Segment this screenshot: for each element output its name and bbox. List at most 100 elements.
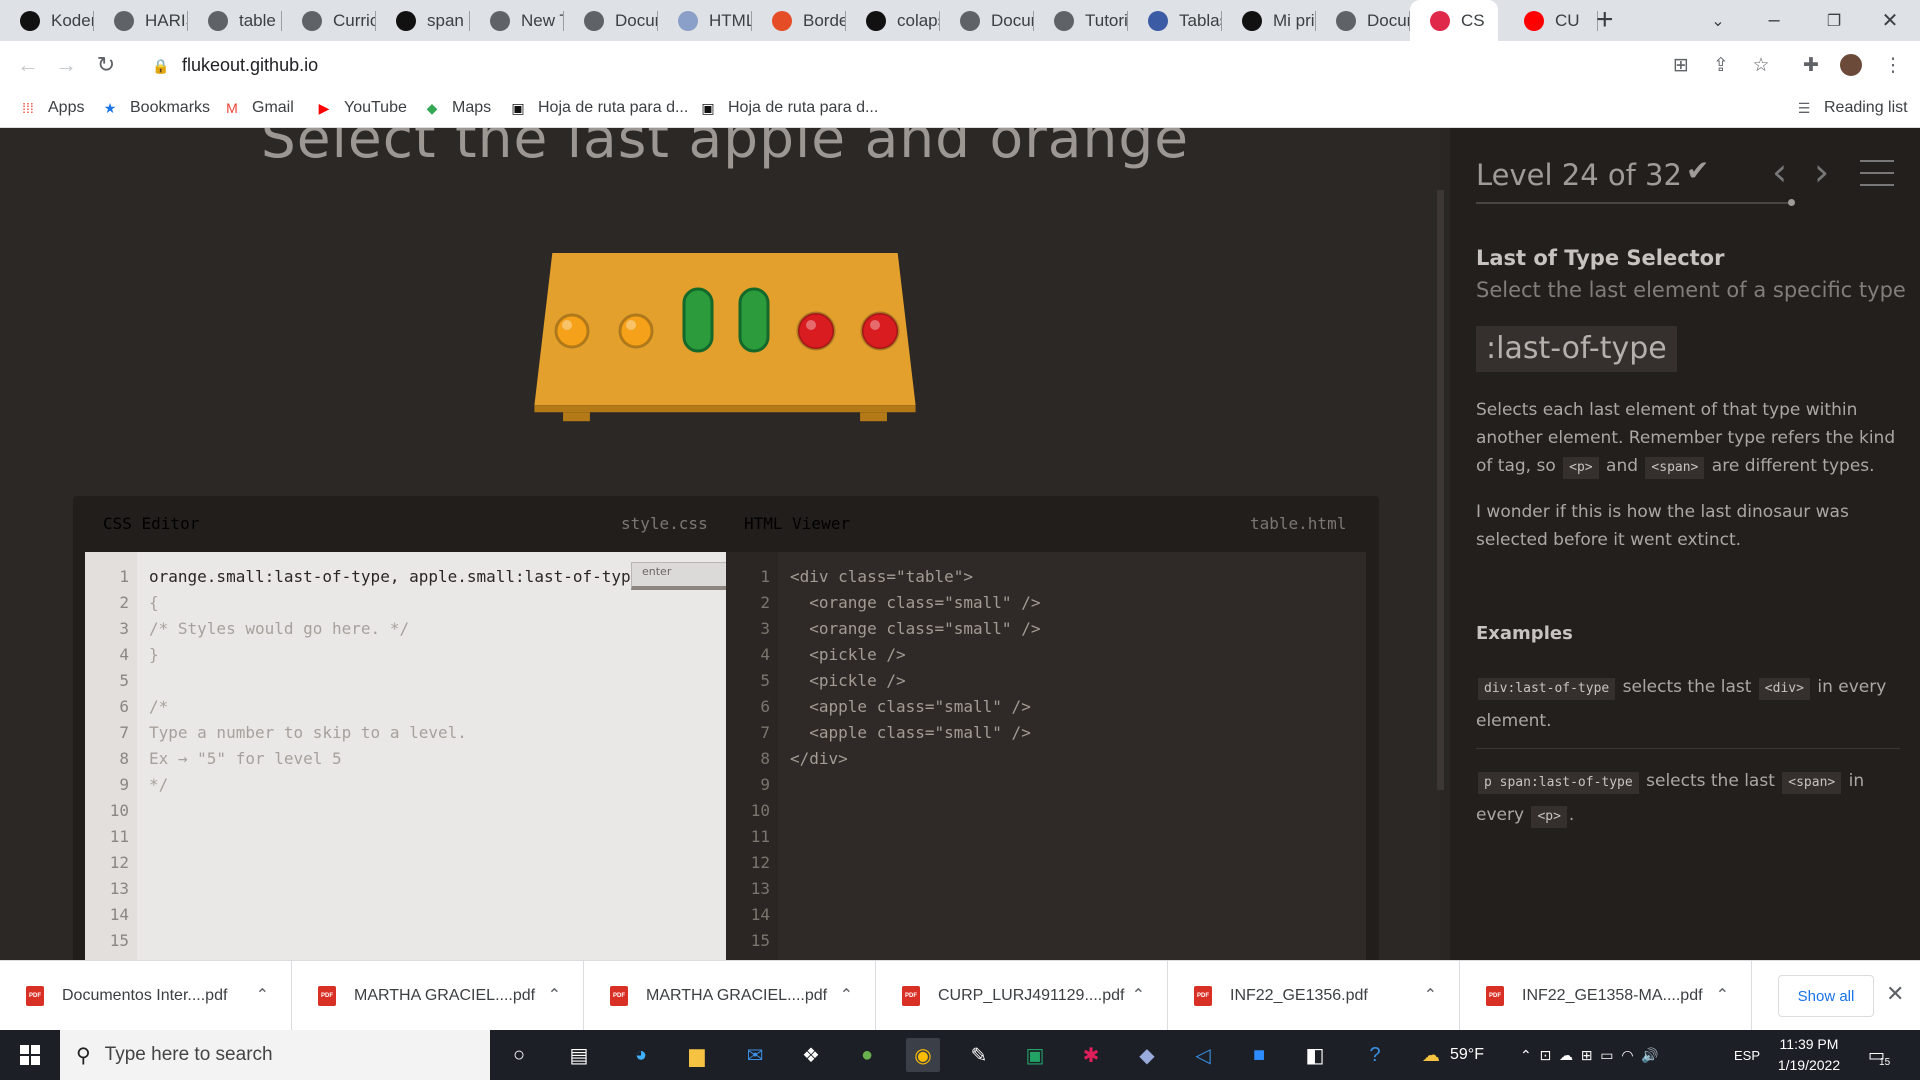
selector-title: Select the last element of a specific ty… xyxy=(1476,278,1906,302)
close-downloads-icon[interactable]: ✕ xyxy=(1886,981,1904,1007)
line-number: 9 xyxy=(760,775,770,794)
browser-tab[interactable]: New T xyxy=(470,0,564,41)
cortana-icon[interactable]: ○ xyxy=(502,1038,536,1072)
bookmark-item[interactable]: ▣ Hoja de ruta para d... xyxy=(508,96,688,120)
share-icon[interactable]: ⇪ xyxy=(1706,50,1736,80)
css-input-field[interactable]: orange.small:last-of-type, apple.small:l… xyxy=(149,564,631,590)
html-code-line[interactable]: <orange class="small" /> xyxy=(790,590,1040,616)
download-item[interactable]: PDF MARTHA GRACIEL....pdf ⌃ xyxy=(584,961,876,1031)
bookmark-item[interactable]: ▣ Hoja de ruta para d... xyxy=(698,96,878,120)
vscode-icon[interactable]: ◁ xyxy=(1186,1038,1220,1072)
enter-button[interactable]: enter xyxy=(631,562,729,590)
reading-list-button[interactable]: ☰ Reading list xyxy=(1794,96,1908,120)
browser-tab[interactable]: table xyxy=(188,0,282,41)
line-number: 12 xyxy=(750,853,770,872)
file-explorer-icon[interactable]: ▆ xyxy=(680,1038,714,1072)
apple-item[interactable] xyxy=(796,311,836,351)
orange-item[interactable] xyxy=(618,313,654,349)
page-scrollbar[interactable] xyxy=(1437,190,1444,790)
browser-tab[interactable]: Docun xyxy=(564,0,658,41)
browser-tab[interactable]: CU xyxy=(1504,0,1598,41)
pickle-item[interactable] xyxy=(738,287,770,353)
browser-tab[interactable]: Borde xyxy=(752,0,846,41)
chevron-up-icon[interactable]: ⌃ xyxy=(840,985,853,1005)
zoom-icon[interactable]: ■ xyxy=(1242,1038,1276,1072)
slack-icon[interactable]: ✱ xyxy=(1074,1038,1108,1072)
edge-icon[interactable]: ◕ xyxy=(624,1038,658,1072)
browser-tab[interactable]: Docun xyxy=(940,0,1034,41)
excel-icon[interactable]: ▣ xyxy=(1018,1038,1052,1072)
taskbar-search-box[interactable]: ⚲ Type here to search xyxy=(60,1030,490,1080)
app-icon[interactable]: ● xyxy=(850,1038,884,1072)
bookmark-star-icon[interactable]: ☆ xyxy=(1746,50,1776,80)
weather-widget[interactable]: ☁ 59°F xyxy=(1422,1030,1484,1080)
windows-start-button[interactable] xyxy=(0,1030,60,1080)
show-all-downloads-button[interactable]: Show all xyxy=(1778,975,1874,1017)
back-button[interactable]: ← xyxy=(12,49,44,81)
profile-avatar[interactable] xyxy=(1836,50,1866,80)
tab-search-chevron-icon[interactable]: ⌄ xyxy=(1690,0,1746,41)
chevron-up-icon[interactable]: ⌃ xyxy=(1424,985,1437,1005)
chevron-up-icon[interactable]: ⌃ xyxy=(256,985,269,1005)
download-item[interactable]: PDF INF22_GE1358-MA....pdf ⌃ xyxy=(1460,961,1752,1031)
extensions-icon[interactable]: ✚ xyxy=(1796,50,1826,80)
taskbar-clock[interactable]: 11:39 PM 1/19/2022 xyxy=(1756,1034,1862,1076)
bookmark-item[interactable]: ◆ Maps xyxy=(422,96,492,120)
download-item[interactable]: PDF INF22_GE1356.pdf ⌃ xyxy=(1168,961,1460,1031)
browser-tab[interactable]: Docun xyxy=(1316,0,1410,41)
translate-icon[interactable]: ⊞ xyxy=(1666,50,1696,80)
address-bar[interactable]: 🔒 flukeout.github.io xyxy=(140,47,1680,83)
help-icon[interactable]: ? xyxy=(1358,1038,1392,1072)
minimize-button[interactable]: – xyxy=(1746,0,1802,41)
chrome-taskbar-icon[interactable]: ◉ xyxy=(906,1038,940,1072)
download-item[interactable]: PDF CURP_LURJ491129....pdf ⌃ xyxy=(876,961,1168,1031)
html-code-line[interactable]: </div> xyxy=(790,746,848,772)
close-window-button[interactable]: ✕ xyxy=(1862,0,1918,41)
system-tray-icons[interactable]: ⌃ ⊡ ☁ ⊞ ▭ ◠ 🔊 xyxy=(1520,1030,1659,1080)
browser-tab[interactable]: span - xyxy=(376,0,470,41)
apple-item[interactable] xyxy=(860,311,900,351)
bookmark-item[interactable]: ★ Bookmarks xyxy=(100,96,210,120)
html-code-line[interactable]: <apple class="small" /> xyxy=(790,720,1031,746)
browser-tab[interactable]: Koden xyxy=(0,0,94,41)
browser-tab[interactable]: HTML xyxy=(658,0,752,41)
browser-tab[interactable]: Tutori xyxy=(1034,0,1128,41)
bookmark-item[interactable]: M Gmail xyxy=(222,96,294,120)
html-code-line[interactable]: <pickle /> xyxy=(790,642,905,668)
chrome-menu-icon[interactable]: ⋮ xyxy=(1878,50,1908,80)
completed-check-icon: ✔ xyxy=(1686,155,1710,186)
chevron-up-icon[interactable]: ⌃ xyxy=(1132,985,1145,1005)
app-icon-3[interactable]: ◧ xyxy=(1298,1038,1332,1072)
next-level-button[interactable]: › xyxy=(1814,150,1829,194)
html-code-line[interactable]: <pickle /> xyxy=(790,668,905,694)
dropbox-icon[interactable]: ❖ xyxy=(794,1038,828,1072)
html-code-line[interactable]: <orange class="small" /> xyxy=(790,616,1040,642)
browser-tab[interactable]: colaps xyxy=(846,0,940,41)
level-menu-icon[interactable] xyxy=(1860,160,1894,196)
task-view-icon[interactable]: ▤ xyxy=(562,1038,596,1072)
notifications-button[interactable]: ▭ 15 xyxy=(1868,1030,1890,1080)
html-code-line[interactable]: <div class="table"> xyxy=(790,564,973,590)
pickle-item[interactable] xyxy=(682,287,714,353)
chevron-up-icon[interactable]: ⌃ xyxy=(548,985,561,1005)
maximize-button[interactable]: ❐ xyxy=(1806,0,1862,41)
download-item[interactable]: PDF MARTHA GRACIEL....pdf ⌃ xyxy=(292,961,584,1031)
chevron-up-icon[interactable]: ⌃ xyxy=(1716,985,1729,1005)
browser-tab[interactable]: CS× xyxy=(1410,0,1498,41)
html-code-line[interactable]: <apple class="small" /> xyxy=(790,694,1031,720)
browser-tab[interactable]: Curric xyxy=(282,0,376,41)
download-item[interactable]: PDF Documentos Inter....pdf ⌃ xyxy=(0,961,292,1031)
new-tab-button[interactable]: + xyxy=(1596,4,1614,36)
app-icon-2[interactable]: ◆ xyxy=(1130,1038,1164,1072)
browser-tab[interactable]: HARIS xyxy=(94,0,188,41)
mail-icon[interactable]: ✉ xyxy=(738,1038,772,1072)
browser-tab[interactable]: Mi pri xyxy=(1222,0,1316,41)
paint-icon[interactable]: ✎ xyxy=(962,1038,996,1072)
browser-tab[interactable]: Tablas xyxy=(1128,0,1222,41)
bookmark-item[interactable]: ⁞⁞⁞ Apps xyxy=(18,96,84,120)
reload-button[interactable]: ↻ xyxy=(90,49,122,81)
orange-item[interactable] xyxy=(554,313,590,349)
forward-button[interactable]: → xyxy=(50,49,82,81)
bookmark-item[interactable]: ▶ YouTube xyxy=(314,96,407,120)
previous-level-button[interactable]: ‹ xyxy=(1772,150,1787,194)
